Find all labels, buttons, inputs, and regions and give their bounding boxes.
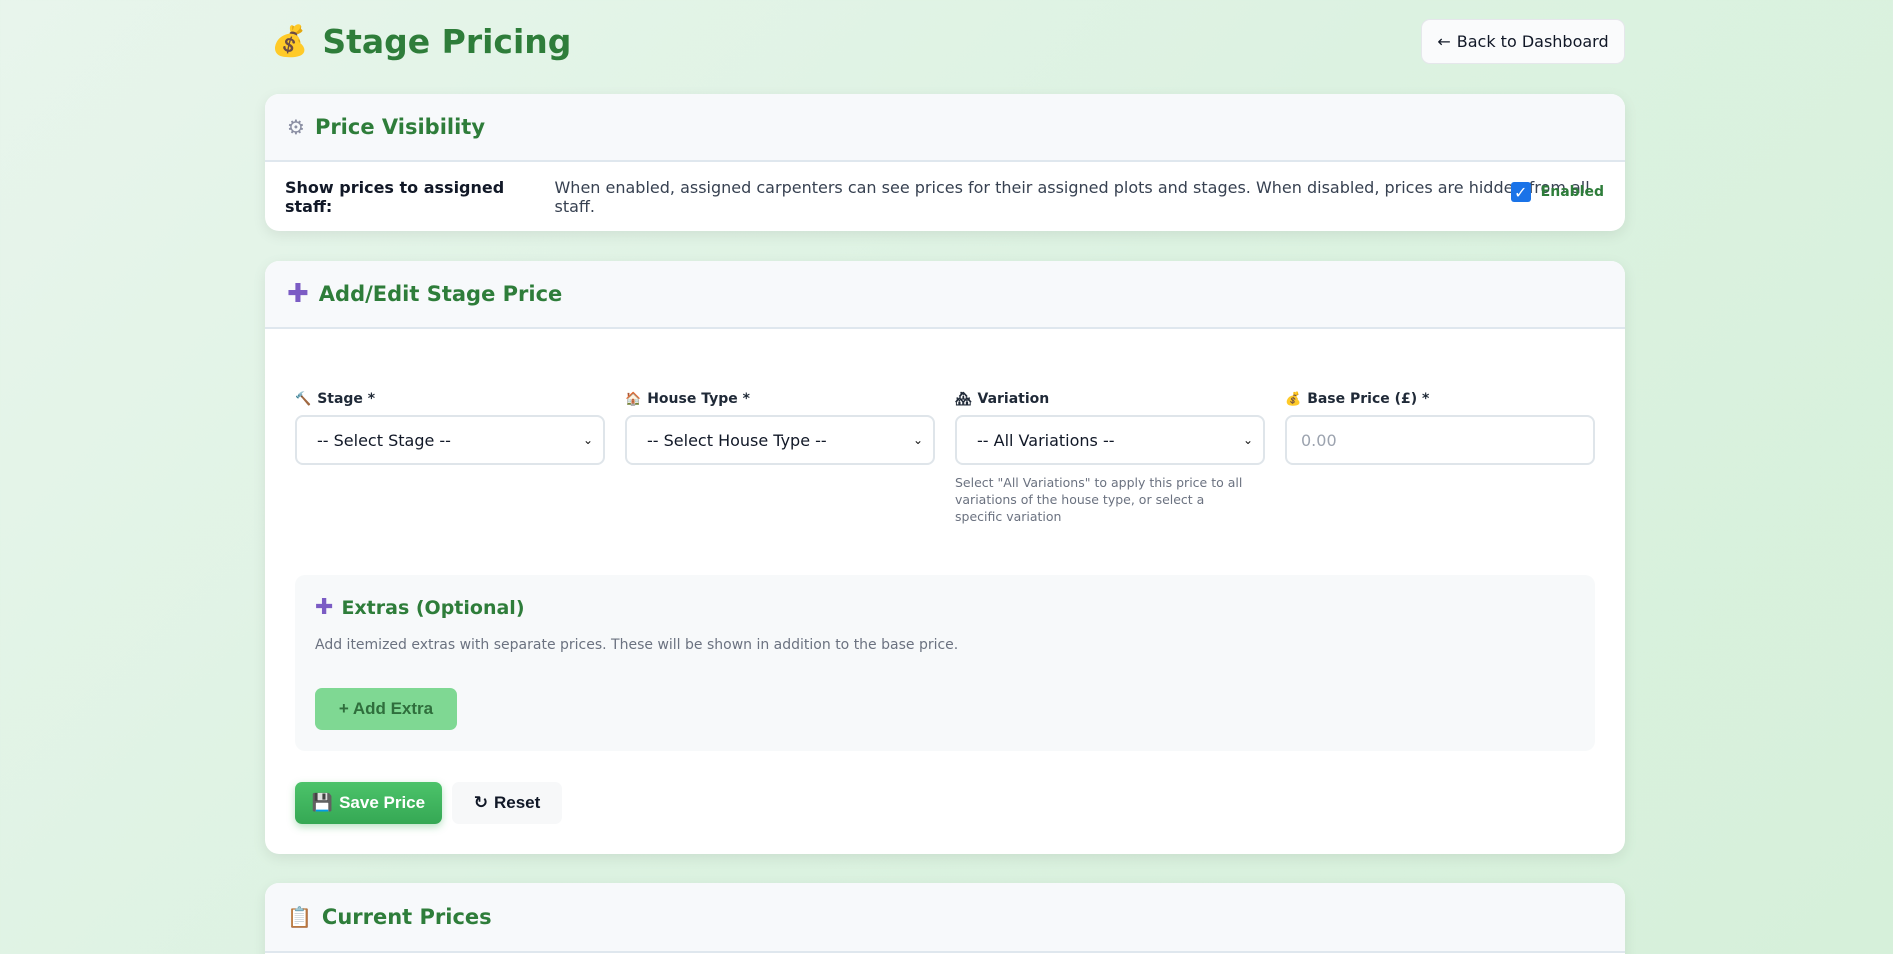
back-to-dashboard-button[interactable]: ← Back to Dashboard <box>1421 19 1625 64</box>
clipboard-icon: 📋 <box>287 905 312 929</box>
enabled-label: Enabled <box>1540 184 1604 200</box>
house-type-label-text: House Type * <box>647 391 750 407</box>
variation-label: 🏘 Variation <box>955 391 1265 407</box>
price-visibility-card: ⚙ Price Visibility Show prices to assign… <box>265 94 1625 231</box>
price-visibility-title: Price Visibility <box>314 115 486 139</box>
page-title-text: Stage Pricing <box>322 22 572 61</box>
current-prices-title: Current Prices <box>321 905 492 929</box>
variation-select-value: -- All Variations -- <box>977 430 1115 450</box>
money-bag-icon: 💰 <box>1285 391 1302 407</box>
arrow-left-icon: ← <box>1437 32 1451 51</box>
stage-label-text: Stage * <box>317 391 376 407</box>
variation-label-text: Variation <box>977 391 1050 407</box>
page: 💰 Stage Pricing ← Back to Dashboard ⚙ Pr… <box>265 0 1625 954</box>
stage-select[interactable]: -- Select Stage -- ⌄ <box>295 415 605 465</box>
base-price-placeholder: 0.00 <box>1301 430 1337 450</box>
save-price-label: Save Price <box>339 793 426 812</box>
extras-section: ✚ Extras (Optional) Add itemized extras … <box>295 575 1595 751</box>
chevron-down-icon: ⌄ <box>582 433 593 447</box>
house-type-field: 🏠 House Type * -- Select House Type -- ⌄ <box>625 391 935 465</box>
gear-icon: ⚙ <box>287 115 305 139</box>
page-header: 💰 Stage Pricing ← Back to Dashboard <box>265 0 1625 86</box>
base-price-label: 💰 Base Price (£) * <box>1285 391 1595 407</box>
house-type-select-value: -- Select House Type -- <box>647 430 827 450</box>
back-button-label: Back to Dashboard <box>1456 32 1609 51</box>
stage-label: 🔨 Stage * <box>295 391 605 407</box>
money-bag-icon: 💰 <box>271 24 309 59</box>
variation-hint: Select "All Variations" to apply this pr… <box>955 475 1243 524</box>
variation-field: 🏘 Variation -- All Variations -- ⌄ Selec… <box>955 391 1265 525</box>
plus-icon: + <box>338 699 349 718</box>
floppy-disk-icon: 💾 <box>311 793 334 812</box>
current-prices-header: 📋 Current Prices <box>265 883 1625 953</box>
page-title: 💰 Stage Pricing <box>271 22 571 61</box>
extras-description: Add itemized extras with separate prices… <box>315 637 959 653</box>
base-price-field: 💰 Base Price (£) * 0.00 <box>1285 391 1595 465</box>
stage-field: 🔨 Stage * -- Select Stage -- ⌄ <box>295 391 605 465</box>
current-prices-card: 📋 Current Prices <box>265 883 1625 954</box>
add-extra-button[interactable]: + Add Extra <box>315 688 457 730</box>
plus-icon: ✚ <box>315 595 334 620</box>
houses-icon: 🏘 <box>955 391 972 407</box>
show-prices-description: When enabled, assigned carpenters can se… <box>554 177 1590 216</box>
price-visibility-header: ⚙ Price Visibility <box>265 94 1625 162</box>
price-visibility-toggle[interactable]: ✓ Enabled <box>1510 182 1604 202</box>
reset-icon: ↻ <box>473 793 488 812</box>
plus-icon: ✚ <box>287 279 309 309</box>
price-visibility-body: Show prices to assigned staff: When enab… <box>265 162 1625 231</box>
base-price-input[interactable]: 0.00 <box>1285 415 1595 465</box>
show-prices-label: Show prices to assigned staff: <box>285 177 505 216</box>
chevron-down-icon: ⌄ <box>912 433 923 447</box>
add-edit-header: ✚ Add/Edit Stage Price <box>265 261 1625 329</box>
house-type-label: 🏠 House Type * <box>625 391 935 407</box>
enabled-checkbox[interactable]: ✓ <box>1510 182 1531 202</box>
extras-title: ✚ Extras (Optional) <box>315 595 525 620</box>
house-icon: 🏠 <box>625 391 642 407</box>
extras-title-text: Extras (Optional) <box>341 596 525 619</box>
hammer-icon: 🔨 <box>295 391 312 407</box>
house-type-select[interactable]: -- Select House Type -- ⌄ <box>625 415 935 465</box>
base-price-label-text: Base Price (£) * <box>1307 391 1430 407</box>
save-price-button[interactable]: 💾 Save Price <box>295 782 442 824</box>
add-edit-title: Add/Edit Stage Price <box>318 282 563 306</box>
variation-select[interactable]: -- All Variations -- ⌄ <box>955 415 1265 465</box>
stage-select-value: -- Select Stage -- <box>317 430 451 450</box>
chevron-down-icon: ⌄ <box>1242 433 1253 447</box>
reset-label: Reset <box>493 793 541 812</box>
add-extra-label: Add Extra <box>352 699 434 718</box>
add-edit-stage-price-card: ✚ Add/Edit Stage Price 🔨 Stage * -- Sele… <box>265 261 1625 854</box>
reset-button[interactable]: ↻ Reset <box>452 782 562 824</box>
